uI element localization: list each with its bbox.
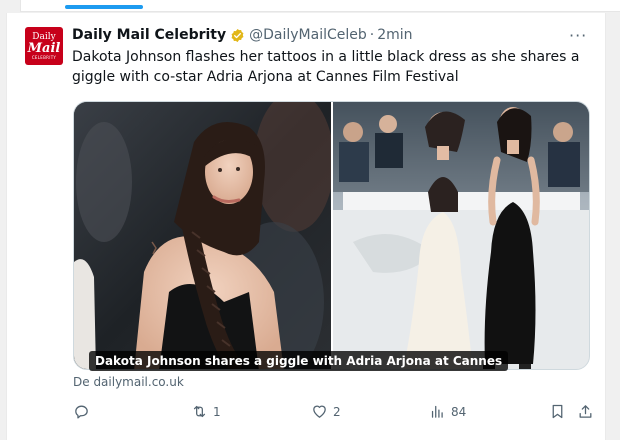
share-icon <box>579 405 592 418</box>
timestamp[interactable]: 2min <box>377 27 412 43</box>
reply-button[interactable] <box>73 403 95 420</box>
share-button[interactable] <box>577 403 594 420</box>
like-button[interactable]: 2 <box>311 403 341 420</box>
heart-icon <box>313 405 326 418</box>
more-options-icon[interactable]: ··· <box>569 26 587 45</box>
bookmark-button[interactable] <box>549 403 566 420</box>
retweet-button[interactable]: 1 <box>191 403 221 420</box>
views-button[interactable]: 84 <box>429 403 466 420</box>
avatar[interactable]: Daily Mail CELEBRITY <box>25 27 63 65</box>
author-name[interactable]: Daily Mail Celebrity <box>72 27 226 43</box>
page: Daily Mail CELEBRITY Daily Mail Celebrit… <box>0 0 620 440</box>
photo-right-illustration <box>333 102 589 369</box>
bookmark-icon <box>552 404 563 419</box>
media-caption: Dakota Johnson shares a giggle with Adri… <box>89 351 509 371</box>
tweet-header: Daily Mail Celebrity @DailyMailCeleb · 2… <box>72 26 413 44</box>
source-link[interactable]: De dailymail.co.uk <box>73 375 184 389</box>
photo-dakota-johnson[interactable] <box>74 102 331 369</box>
tab-indicator <box>65 5 143 9</box>
previous-tweet-edge <box>20 0 620 12</box>
reply-icon <box>75 405 88 419</box>
views-icon <box>431 405 443 418</box>
views-count: 84 <box>451 404 467 419</box>
action-bar: 1 2 84 <box>73 403 593 423</box>
avatar-text-mail: Mail <box>27 40 61 56</box>
verified-badge-icon[interactable] <box>230 28 245 43</box>
tweet-card[interactable]: Daily Mail CELEBRITY Daily Mail Celebrit… <box>6 13 606 440</box>
like-count: 2 <box>333 404 341 419</box>
media-card[interactable] <box>73 101 590 370</box>
photo-johnson-and-arjona[interactable] <box>333 102 589 369</box>
photo-left-illustration <box>74 102 331 369</box>
separator-dot: · <box>369 27 375 43</box>
author-handle[interactable]: @DailyMailCeleb <box>249 27 367 43</box>
retweet-icon <box>193 405 206 418</box>
tweet-text: Dakota Johnson flashes her tattoos in a … <box>72 49 580 85</box>
retweet-count: 1 <box>213 404 221 419</box>
avatar-text-celebrity: CELEBRITY <box>31 54 57 60</box>
